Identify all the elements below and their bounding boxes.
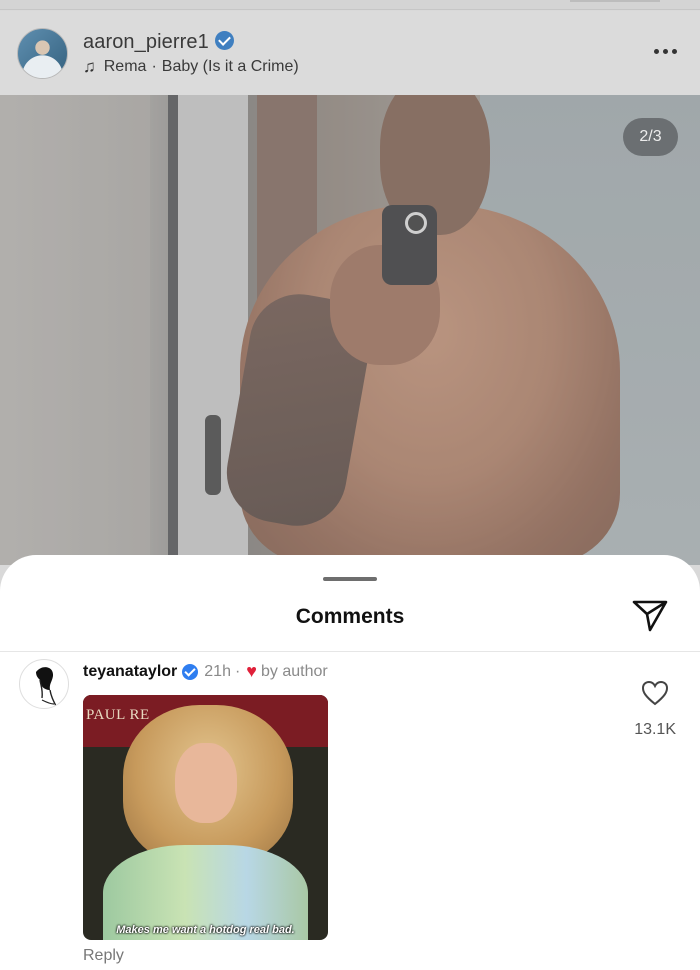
music-info[interactable]: ♫ Rema · Baby (Is it a Crime) bbox=[83, 57, 299, 77]
comment-gif[interactable]: PAUL RE Makes me want a hotdog real bad. bbox=[83, 695, 328, 940]
verified-badge-icon bbox=[214, 31, 234, 50]
music-note-icon: ♫ bbox=[83, 57, 96, 76]
top-strip bbox=[0, 0, 700, 10]
gif-caption: Makes me want a hotdog real bad. bbox=[116, 924, 295, 936]
liked-by-author-heart-icon: ♥ bbox=[246, 661, 257, 681]
comment-avatar[interactable] bbox=[19, 659, 69, 709]
sheet-grabber[interactable] bbox=[323, 577, 377, 581]
post-header: aaron_pierre1 ♫ Rema · Baby (Is it a Cri… bbox=[0, 11, 700, 95]
post-image[interactable]: 2/3 bbox=[0, 95, 700, 565]
gif-sign-text: PAUL RE bbox=[86, 707, 150, 723]
divider bbox=[0, 651, 700, 652]
comment-username[interactable]: teyanataylor bbox=[83, 663, 177, 681]
send-icon[interactable] bbox=[630, 597, 670, 633]
carousel-counter: 2/3 bbox=[623, 118, 678, 156]
like-count: 13.1K bbox=[634, 721, 676, 738]
music-song: Baby (Is it a Crime) bbox=[161, 58, 299, 75]
comments-title: Comments bbox=[295, 605, 405, 628]
heart-icon[interactable] bbox=[640, 679, 670, 707]
music-artist: Rema bbox=[103, 58, 147, 75]
comments-sheet: Comments teyanataylor 21h · ♥ by author … bbox=[0, 555, 700, 970]
liked-by-author-label: by author bbox=[260, 662, 328, 680]
reply-button[interactable]: Reply bbox=[83, 947, 124, 965]
meta-separator: · bbox=[234, 662, 241, 680]
comment-meta: teyanataylor 21h · ♥ by author bbox=[83, 661, 328, 682]
post-username-text[interactable]: aaron_pierre1 bbox=[83, 31, 209, 53]
music-separator: · bbox=[151, 58, 157, 75]
avatar[interactable] bbox=[17, 28, 68, 79]
more-options-icon[interactable] bbox=[650, 41, 680, 61]
post-username[interactable]: aaron_pierre1 bbox=[83, 31, 234, 54]
verified-badge-icon bbox=[182, 663, 199, 680]
comment-time: 21h bbox=[204, 662, 231, 680]
